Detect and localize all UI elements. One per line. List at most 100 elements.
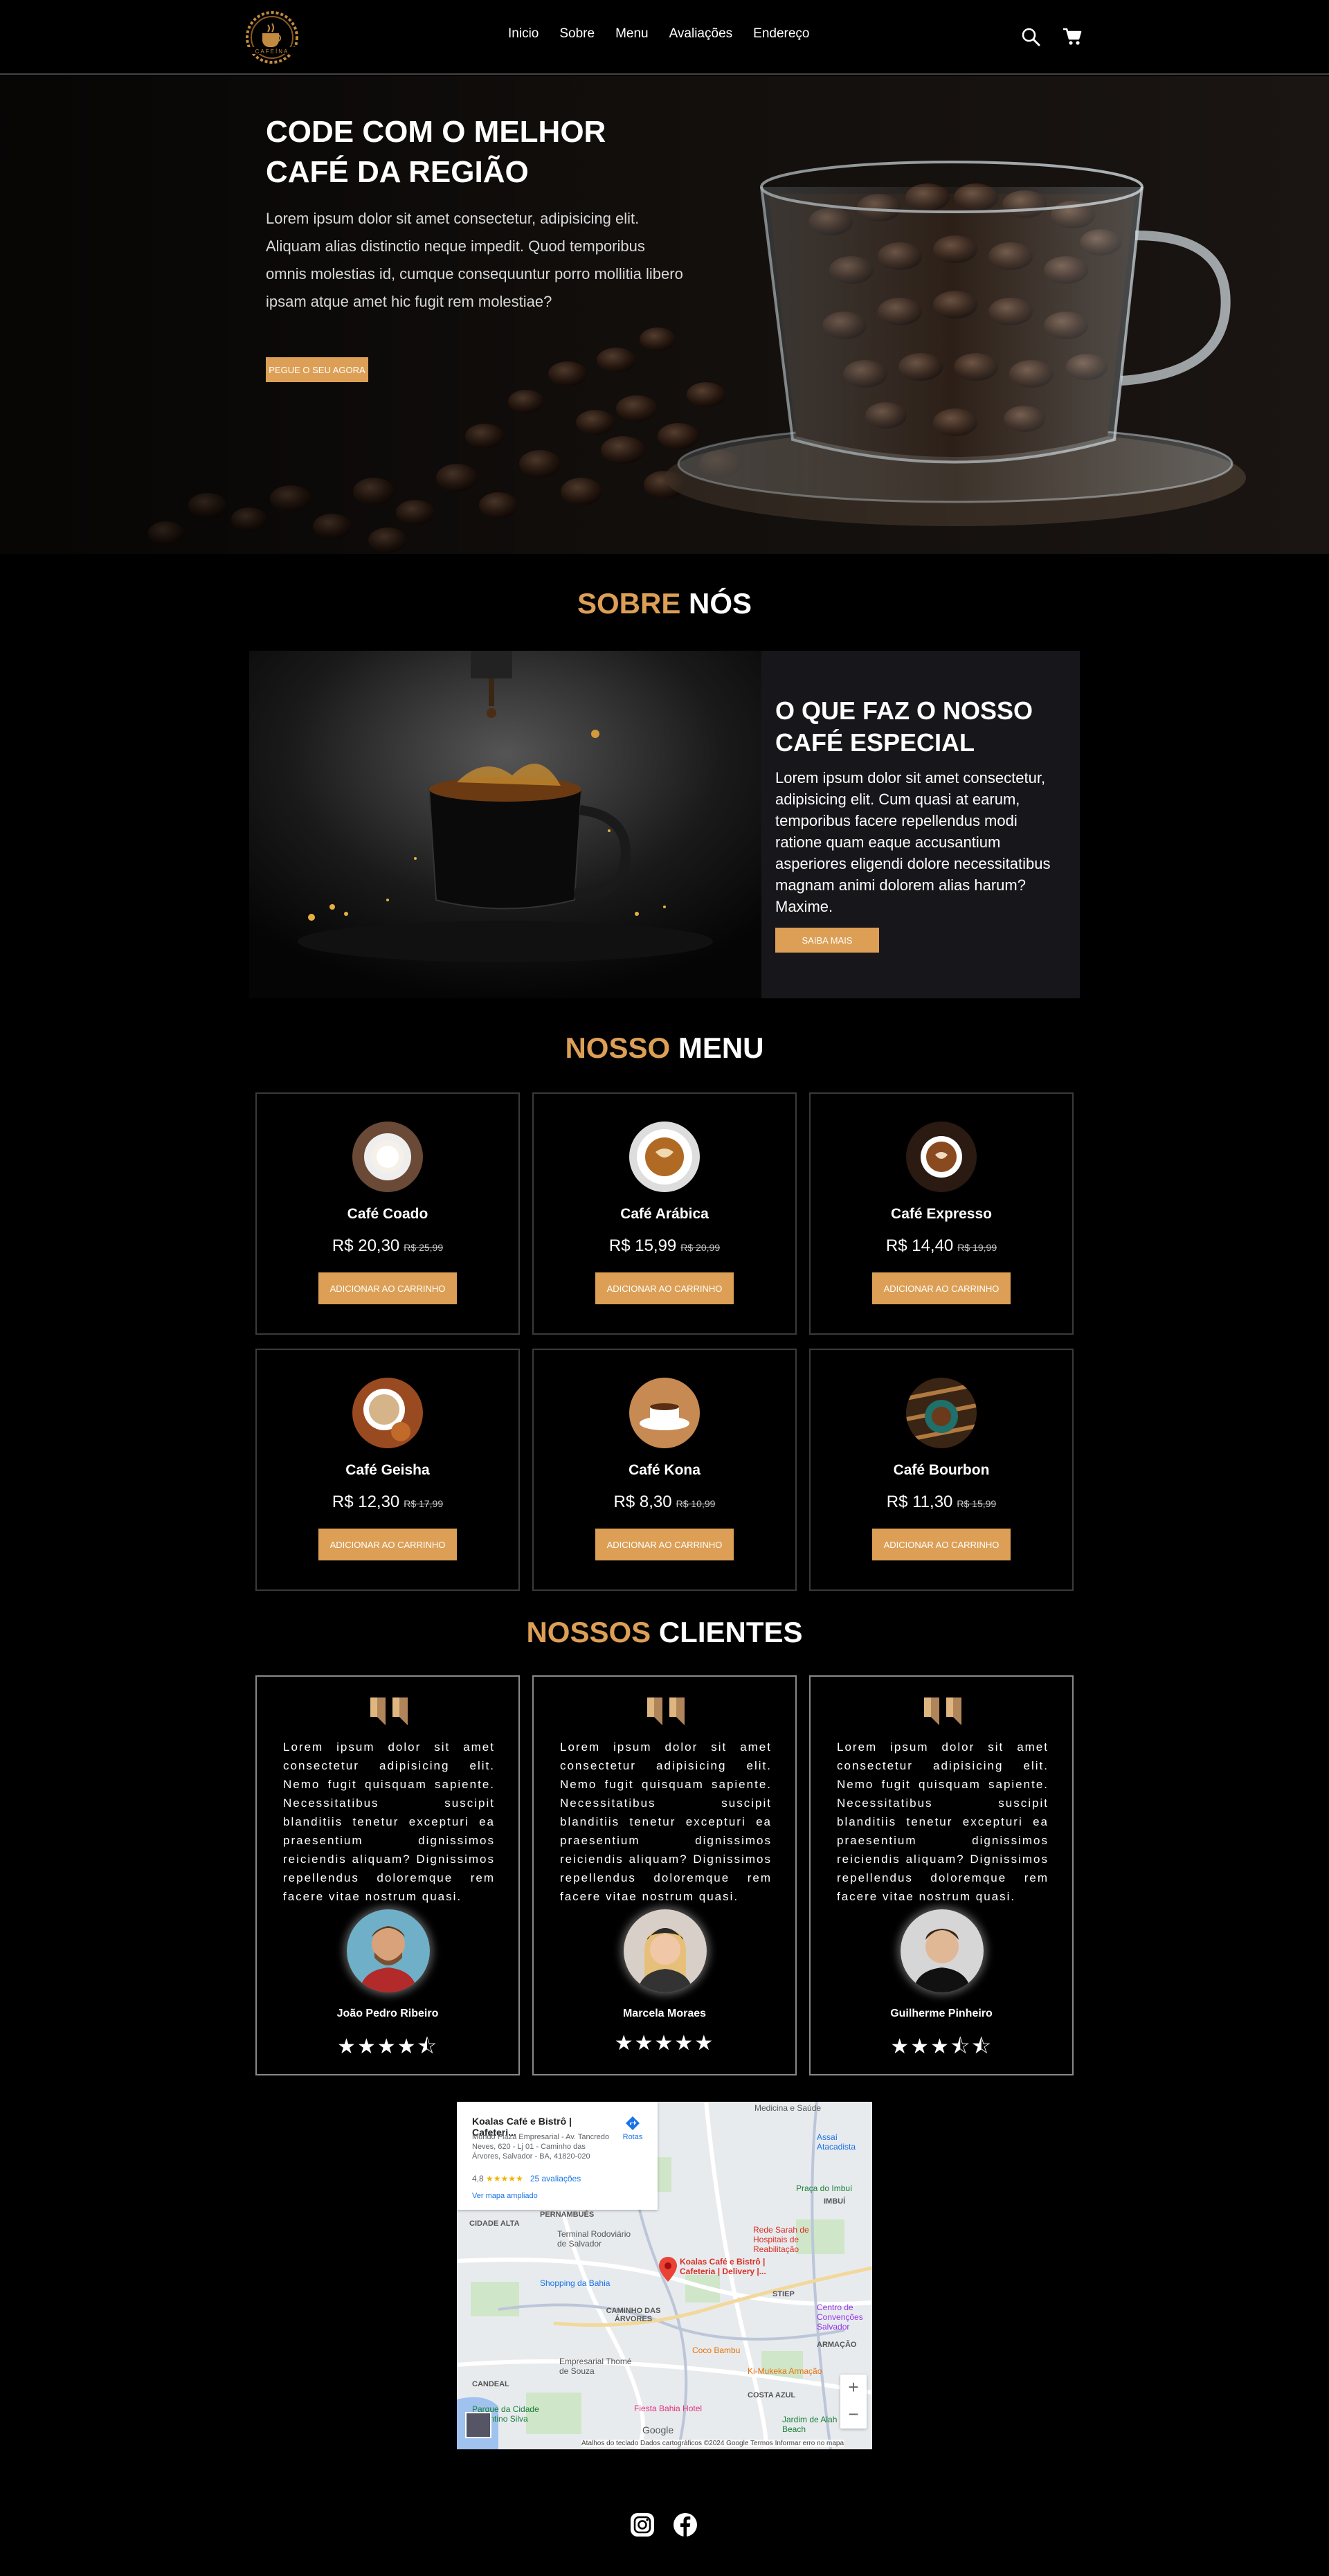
price-current: R$ 11,30 <box>886 1493 953 1511</box>
hero-title: CODE COM O MELHOR CAFÉ DA REGIÃO <box>266 115 606 189</box>
map-poi[interactable]: Centro de Convenções Salvador <box>817 2303 872 2332</box>
map-poi[interactable]: Rede Sarah de Hospitais de Reabilitação <box>753 2225 843 2254</box>
star-rating: ★★★★⯪ <box>337 2035 438 2058</box>
menu-item-price: R$ 14,40 R$ 19,99 <box>811 1236 1072 1256</box>
map-poi[interactable]: Jardim de Alah Beach <box>782 2415 844 2434</box>
map-poi[interactable]: Fiesta Bahia Hotel <box>634 2404 710 2413</box>
map-rating-value: 4,8 <box>472 2174 484 2183</box>
order-now-button[interactable]: PEGUE O SEU AGORA <box>266 357 368 382</box>
map-label: COSTA AZUL <box>748 2391 796 2399</box>
map-footer: Atalhos do teclado Dados cartográficos ©… <box>581 2440 844 2447</box>
facebook-icon[interactable] <box>672 2512 698 2538</box>
map-poi[interactable]: Empresarial Thomé de Souza <box>559 2357 635 2376</box>
logo-text: CAFEÍNA <box>255 48 289 55</box>
price-current: R$ 20,30 <box>332 1236 400 1255</box>
client-avatar <box>901 1909 984 1992</box>
client-name: Marcela Moraes <box>622 2008 707 2019</box>
hero-text: Lorem ipsum dolor sit amet consectetur, … <box>266 210 683 310</box>
menu-section-title: NOSSO MENU <box>0 1032 1329 1065</box>
map-poi[interactable]: Ki-Mukeka Armação <box>748 2366 822 2376</box>
testimonial-card: Lorem ipsum dolor sit amet consectetur a… <box>255 1675 520 2075</box>
nav-link-inicio[interactable]: Inicio <box>508 26 539 42</box>
map-label: IMBUÍ <box>824 2197 846 2206</box>
price-old: R$ 25,99 <box>404 1242 444 1253</box>
add-to-cart-button[interactable]: ADICIONAR AO CARRINHO <box>595 1529 734 1560</box>
half-star-icon: ⯪ <box>417 2035 438 2058</box>
about-coffee-image <box>249 651 761 998</box>
client-avatar <box>347 1909 430 1992</box>
add-to-cart-button[interactable]: ADICIONAR AO CARRINHO <box>595 1272 734 1304</box>
half-star-icon: ⯪ <box>971 2035 993 2058</box>
brand-logo[interactable]: CAFEÍNA <box>239 10 305 65</box>
testimonial-text: Lorem ipsum dolor sit amet consectetur a… <box>283 1740 495 1903</box>
menu-item-price: R$ 8,30 R$ 10,99 <box>534 1493 795 1512</box>
about-section-title: SOBRE NÓS <box>0 587 1329 620</box>
add-to-cart-button[interactable]: ADICIONAR AO CARRINHO <box>872 1272 1011 1304</box>
map-label: PERNAMBUÉS <box>540 2210 595 2219</box>
menu-title-accent: NOSSO <box>565 1032 671 1064</box>
map-reviews-link[interactable]: 25 avaliações <box>530 2174 581 2183</box>
view-larger-map-link[interactable]: Ver mapa ampliado <box>472 2192 538 2200</box>
map-label: STIEP <box>772 2290 795 2298</box>
map-pin-icon[interactable] <box>659 2257 677 2282</box>
testimonial-text: Lorem ipsum dolor sit amet consectetur a… <box>837 1740 1049 1903</box>
menu-card: Café Geisha R$ 12,30 R$ 17,99 ADICIONAR A… <box>255 1349 520 1591</box>
directions-icon <box>626 2116 640 2130</box>
price-old: R$ 10,99 <box>676 1498 716 1509</box>
price-old: R$ 17,99 <box>404 1498 444 1509</box>
map-marker-label[interactable]: Koalas Café e Bistrô | Cafeteria | Deliv… <box>680 2257 784 2276</box>
map-label: ARMAÇÃO <box>817 2341 857 2349</box>
nav-link-endereco[interactable]: Endereço <box>753 26 809 42</box>
satellite-toggle[interactable] <box>465 2412 491 2438</box>
learn-more-button[interactable]: SAIBA MAIS <box>775 928 879 953</box>
add-to-cart-button[interactable]: ADICIONAR AO CARRINHO <box>318 1529 457 1560</box>
zoom-in-button[interactable]: + <box>840 2375 867 2402</box>
menu-title-rest: MENU <box>670 1032 764 1064</box>
price-old: R$ 19,99 <box>957 1242 997 1253</box>
map-poi[interactable]: Coco Bambu <box>692 2345 740 2355</box>
menu-card: Café Bourbon R$ 11,30 R$ 15,99 ADICIONAR … <box>809 1349 1074 1591</box>
nav-link-menu[interactable]: Menu <box>615 26 649 42</box>
nav-link-avaliacoes[interactable]: Avaliações <box>669 26 733 42</box>
menu-item-name: Café Kona <box>629 1462 700 1478</box>
nav-link-sobre[interactable]: Sobre <box>559 26 595 42</box>
search-icon[interactable] <box>1020 26 1041 47</box>
menu-item-price: R$ 12,30 R$ 17,99 <box>257 1493 518 1512</box>
google-map[interactable]: PERNAMBUÉS CIDADE ALTA CAMINHO DAS ÁRVOR… <box>457 2102 872 2449</box>
map-place-address: Mundo Plaza Empresarial - Av. Tancredo N… <box>472 2133 610 2161</box>
menu-item-name: Café Arábica <box>620 1206 709 1222</box>
map-zoom-controls: + − <box>840 2375 867 2429</box>
map-poi[interactable]: Medicina e Saúde <box>754 2103 821 2113</box>
quote-icon <box>647 1697 685 1725</box>
map-poi[interactable]: Shopping da Bahia <box>540 2278 610 2288</box>
cart-icon[interactable] <box>1062 26 1083 47</box>
menu-item-price: R$ 11,30 R$ 15,99 <box>811 1493 1072 1512</box>
map-poi[interactable]: Terminal Rodoviário de Salvador <box>557 2229 633 2249</box>
hero-section: CODE COM O MELHOR CAFÉ DA REGIÃO Lorem i… <box>0 76 1329 554</box>
instagram-icon[interactable] <box>629 2512 656 2538</box>
directions-button[interactable]: Rotas <box>619 2116 647 2141</box>
zoom-out-button[interactable]: − <box>840 2402 867 2429</box>
nav-links: Inicio Sobre Menu Avaliações Endereço <box>508 26 830 42</box>
map-poi[interactable]: Praça do Imbuí <box>796 2183 852 2193</box>
map-poi[interactable]: Assaí Atacadista <box>817 2132 872 2152</box>
quote-icon <box>924 1697 961 1725</box>
client-avatar <box>624 1909 707 1992</box>
price-old: R$ 20,99 <box>680 1242 721 1253</box>
directions-label: Rotas <box>622 2133 643 2141</box>
about-heading: O QUE FAZ O NOSSO CAFÉ ESPECIAL <box>775 696 1033 757</box>
map-label: CIDADE ALTA <box>469 2219 520 2228</box>
coffee-kona-image <box>629 1378 700 1448</box>
rating-stars-icon: ★★★★★ <box>486 2174 523 2183</box>
menu-card: Café Arábica R$ 15,99 R$ 20,99 ADICIONAR … <box>532 1092 797 1335</box>
price-current: R$ 12,30 <box>332 1493 400 1511</box>
about-title-rest: NÓS <box>680 587 752 620</box>
menu-item-name: Café Bourbon <box>893 1462 990 1478</box>
clients-title-rest: CLIENTES <box>651 1616 803 1648</box>
add-to-cart-button[interactable]: ADICIONAR AO CARRINHO <box>318 1272 457 1304</box>
navbar: CAFEÍNA Inicio Sobre Menu Avaliações End… <box>0 0 1329 75</box>
add-to-cart-button[interactable]: ADICIONAR AO CARRINHO <box>872 1529 1011 1560</box>
price-current: R$ 14,40 <box>885 1236 954 1255</box>
map-place-card: Koalas Café e Bistrô | Cafeteri... Mundo… <box>457 2102 658 2210</box>
map-place-rating: 4,8 ★★★★★ 25 avaliações <box>472 2174 581 2183</box>
